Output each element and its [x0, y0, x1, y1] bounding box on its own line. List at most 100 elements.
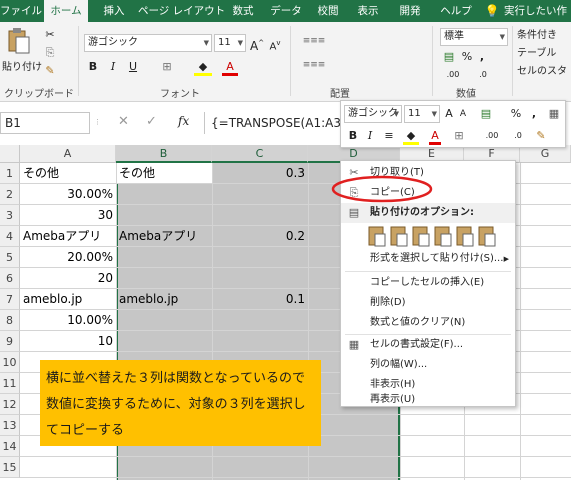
bold-icon[interactable]: B — [347, 127, 359, 145]
cell-a4[interactable]: Amebaアプリ — [20, 226, 116, 247]
cell-b4[interactable]: Amebaアプリ — [116, 226, 212, 247]
decrease-decimal-icon[interactable]: .0 — [507, 127, 529, 145]
underline-icon[interactable]: U — [126, 58, 140, 76]
increase-decimal-icon[interactable]: .00 — [481, 127, 503, 145]
cut-icon[interactable]: ✂ — [42, 26, 58, 44]
row-header-2[interactable]: 2 — [0, 184, 20, 205]
format-painter-icon[interactable]: ✎ — [533, 127, 549, 145]
cell-c1[interactable]: 0.3 — [212, 163, 308, 184]
select-all-corner[interactable] — [0, 145, 20, 163]
row-header-7[interactable]: 7 — [0, 289, 20, 310]
percent-icon[interactable]: % — [460, 48, 474, 66]
menu-item-column-width[interactable]: 列の幅(W)... — [341, 355, 515, 375]
mini-font-name-select[interactable]: 游ゴシック ▼ — [344, 105, 402, 123]
menu-item-delete[interactable]: 削除(D) — [341, 293, 515, 313]
row-header-14[interactable]: 14 — [0, 436, 20, 457]
decrease-font-icon[interactable]: Av — [268, 34, 282, 52]
bold-icon[interactable]: B — [86, 58, 100, 76]
cell-styles-button[interactable]: セルのスタ — [517, 62, 567, 77]
cell-a1[interactable]: その他 — [20, 163, 116, 184]
cell-a8[interactable]: 10.00% — [20, 310, 116, 331]
cell-a9[interactable]: 10 — [20, 331, 116, 352]
format-table-icon[interactable]: ▦ — [547, 105, 561, 123]
format-as-table-button[interactable]: テーブル — [517, 44, 556, 59]
format-painter-icon[interactable]: ✎ — [42, 62, 58, 80]
percent-icon[interactable]: % — [509, 105, 523, 123]
name-box[interactable]: B1 — [0, 112, 90, 134]
align-left-icons[interactable]: ≡≡≡ — [296, 56, 332, 74]
cell-a7[interactable]: ameblo.jp — [20, 289, 116, 310]
number-format-select[interactable]: 標準 ▼ — [440, 28, 508, 46]
cell-c4[interactable]: 0.2 — [212, 226, 308, 247]
tab-help[interactable]: ヘルプ — [436, 0, 476, 22]
tab-view[interactable]: 表示 — [352, 0, 384, 22]
menu-item-insert-copied[interactable]: コピーしたセルの挿入(E) — [341, 273, 515, 293]
border-icon[interactable]: ⊞ — [158, 58, 176, 76]
tab-formulas[interactable]: 数式 — [226, 0, 260, 22]
cell-a3[interactable]: 30 — [20, 205, 116, 226]
increase-decimal-icon[interactable]: .00 — [440, 66, 466, 84]
copy-icon[interactable]: ⎘ — [42, 44, 58, 62]
fill-color-icon[interactable]: ◆ — [403, 127, 419, 145]
row-header-3[interactable]: 3 — [0, 205, 20, 226]
mini-font-size-select[interactable]: 11 ▼ — [404, 105, 440, 123]
menu-item-format-cells[interactable]: ▦ セルの書式設定(F)... — [341, 335, 515, 355]
menu-item-unhide[interactable]: 再表示(U) — [341, 393, 515, 407]
cancel-icon[interactable]: ✕ — [118, 114, 129, 129]
enter-icon[interactable]: ✓ — [146, 114, 157, 129]
menu-item-clear[interactable]: 数式と値のクリア(N) — [341, 313, 515, 333]
fill-color-icon[interactable]: ◆ — [194, 58, 212, 76]
row-header-12[interactable]: 12 — [0, 394, 20, 415]
align-center-icon[interactable]: ≡ — [381, 127, 397, 145]
font-color-icon[interactable]: A — [429, 127, 441, 145]
comma-icon[interactable]: , — [529, 105, 539, 123]
tab-page-layout[interactable]: ページ レイアウト — [138, 0, 225, 22]
tab-review[interactable]: 校閲 — [312, 0, 344, 22]
increase-font-icon[interactable]: A — [443, 105, 455, 123]
increase-font-icon[interactable]: A^ — [250, 34, 264, 53]
row-header-10[interactable]: 10 — [0, 352, 20, 373]
row-header-9[interactable]: 9 — [0, 331, 20, 352]
row-header-6[interactable]: 6 — [0, 268, 20, 289]
font-color-icon[interactable]: A — [222, 58, 238, 76]
row-header-13[interactable]: 13 — [0, 415, 20, 436]
row-header-11[interactable]: 11 — [0, 373, 20, 394]
row-header-8[interactable]: 8 — [0, 310, 20, 331]
paste-button[interactable]: 貼り付け — [2, 58, 42, 73]
paste-icon[interactable] — [6, 26, 32, 56]
insert-function-icon[interactable]: fx — [178, 114, 189, 128]
cell-b1[interactable]: その他 — [116, 163, 212, 184]
tab-developer[interactable]: 開発 — [394, 0, 426, 22]
menu-item-hide[interactable]: 非表示(H) — [341, 375, 515, 395]
comma-icon[interactable]: , — [476, 48, 488, 66]
cell-c7[interactable]: 0.1 — [212, 289, 308, 310]
row-header-5[interactable]: 5 — [0, 247, 20, 268]
column-header-c[interactable]: C — [212, 145, 308, 163]
column-header-b[interactable]: B — [116, 145, 212, 163]
tab-file[interactable]: ファイル — [0, 0, 42, 22]
row-header-15[interactable]: 15 — [0, 457, 20, 478]
currency-icon[interactable]: ▤ — [477, 105, 495, 123]
row-header-4[interactable]: 4 — [0, 226, 20, 247]
font-name-select[interactable]: 游ゴシック ▼ — [84, 34, 212, 52]
tab-home[interactable]: ホーム — [44, 0, 88, 22]
cell-a5[interactable]: 20.00% — [20, 247, 116, 268]
align-top-icons[interactable]: ≡≡≡ — [296, 32, 332, 50]
conditional-format-button[interactable]: 条件付き — [517, 26, 557, 41]
tell-me-search[interactable]: 実行したい作 — [504, 0, 571, 22]
font-size-select[interactable]: 11 ▼ — [214, 34, 246, 52]
row-header-1[interactable]: 1 — [0, 163, 20, 184]
menu-item-paste-special[interactable]: 形式を選択して貼り付け(S)... ▶ — [341, 249, 515, 269]
lightbulb-icon[interactable]: 💡 — [484, 0, 500, 22]
cell-a2[interactable]: 30.00% — [20, 184, 116, 205]
decrease-decimal-icon[interactable]: .0 — [470, 66, 496, 84]
italic-icon[interactable]: I — [106, 58, 120, 76]
border-icon[interactable]: ⊞ — [451, 127, 467, 145]
column-header-a[interactable]: A — [20, 145, 116, 163]
decrease-font-icon[interactable]: A — [457, 105, 469, 123]
tab-insert[interactable]: 挿入 — [96, 0, 132, 22]
cell-b7[interactable]: ameblo.jp — [116, 289, 212, 310]
formula-input[interactable]: {=TRANSPOSE(A1:A3) — [204, 112, 342, 134]
tab-data[interactable]: データ — [266, 0, 306, 22]
italic-icon[interactable]: I — [365, 127, 375, 145]
